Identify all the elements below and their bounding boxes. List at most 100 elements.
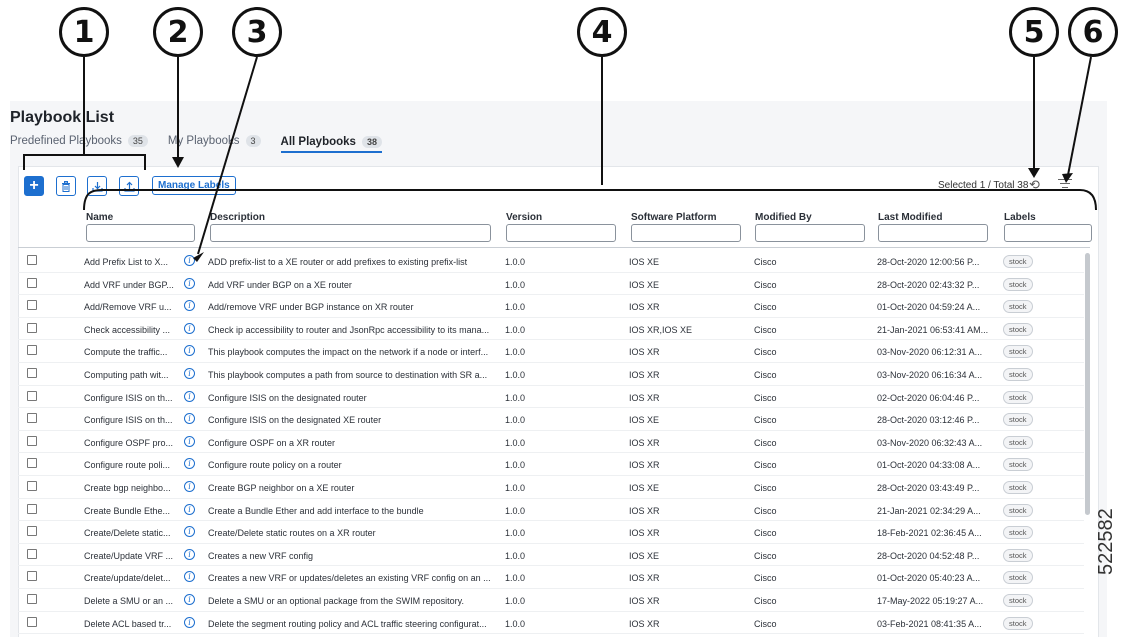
add-playbook-button[interactable]: + <box>24 176 44 196</box>
row-checkbox[interactable] <box>27 548 37 559</box>
tab-predefined-playbooks[interactable]: Predefined Playbooks 35 <box>10 132 148 150</box>
row-checkbox[interactable] <box>27 458 37 469</box>
info-icon[interactable]: i <box>184 322 195 334</box>
row-checkbox[interactable] <box>27 322 37 333</box>
label-badge: stock <box>1003 548 1033 562</box>
info-icon[interactable]: i <box>184 503 195 515</box>
import-playbook-button[interactable] <box>87 176 107 196</box>
row-checkbox[interactable] <box>27 345 37 356</box>
column-header-labels[interactable]: Labels <box>1004 212 1036 223</box>
row-checkbox[interactable] <box>27 367 37 378</box>
label-badge: stock <box>1003 616 1033 630</box>
table-row[interactable]: Check accessibility ... i Check ip accessi… <box>18 318 1084 341</box>
row-checkbox[interactable] <box>27 277 37 288</box>
row-checkbox[interactable] <box>27 390 37 401</box>
label-badge: stock <box>1003 526 1033 540</box>
table-row[interactable]: Configure ISIS on th... i Configure ISIS o… <box>18 408 1084 431</box>
info-icon[interactable]: i <box>184 480 195 492</box>
row-checkbox[interactable] <box>27 503 37 514</box>
column-header-software-platform[interactable]: Software Platform <box>631 212 717 223</box>
table-row[interactable]: Configure OSPF pro... i Configure OSPF on … <box>18 431 1084 454</box>
row-name: Delete ACL based tr... <box>84 618 172 629</box>
row-checkbox[interactable] <box>27 300 37 311</box>
delete-playbook-button[interactable] <box>56 176 76 196</box>
row-checkbox[interactable] <box>27 593 37 604</box>
column-header-last-modified[interactable]: Last Modified <box>878 212 942 223</box>
labels-filter-input[interactable] <box>1004 224 1092 242</box>
info-icon[interactable]: i <box>184 367 195 379</box>
row-last-modified: 18-Feb-2021 02:36:45 A... <box>877 528 982 539</box>
row-software-platform: IOS XR <box>629 460 660 471</box>
table-scrollbar[interactable] <box>1085 253 1090 515</box>
label-badge: stock <box>1003 322 1033 336</box>
filter-button[interactable] <box>1058 176 1072 191</box>
row-software-platform: IOS XR,IOS XE <box>629 324 693 335</box>
row-modified-by: Cisco <box>754 302 777 313</box>
table-row[interactable]: Delete a SMU or an ... i Delete a SMU or a… <box>18 589 1084 612</box>
info-icon[interactable]: i <box>184 345 195 357</box>
row-software-platform: IOS XR <box>629 595 660 606</box>
info-icon[interactable]: i <box>184 435 195 447</box>
table-row[interactable]: Configure ISIS on th... i Configure ISIS o… <box>18 386 1084 409</box>
row-checkbox[interactable] <box>27 571 37 582</box>
info-icon[interactable]: i <box>184 277 195 289</box>
row-last-modified: 03-Feb-2021 08:41:35 A... <box>877 618 982 629</box>
software-platform-filter-input[interactable] <box>631 224 741 242</box>
table-row[interactable]: Computing path wit... i This playbook comp… <box>18 363 1084 386</box>
table-row[interactable]: Compute the traffic... i This playbook com… <box>18 340 1084 363</box>
trash-icon <box>62 180 70 192</box>
row-description: Delete the segment routing policy and AC… <box>208 618 487 629</box>
info-icon[interactable]: i <box>184 571 195 583</box>
row-checkbox[interactable] <box>27 413 37 424</box>
row-last-modified: 03-Nov-2020 06:12:31 A... <box>877 347 983 358</box>
row-checkbox[interactable] <box>27 526 37 537</box>
table-row[interactable]: Create bgp neighbo... i Create BGP neighbo… <box>18 476 1084 499</box>
row-checkbox[interactable] <box>27 435 37 446</box>
table-row[interactable]: Configure route poli... i Configure route … <box>18 453 1084 476</box>
info-icon[interactable]: i <box>184 616 195 628</box>
info-icon[interactable]: i <box>184 390 195 402</box>
info-icon[interactable]: i <box>184 255 195 266</box>
row-checkbox[interactable] <box>27 616 37 627</box>
filter-icon <box>1058 179 1072 180</box>
row-last-modified: 28-Oct-2020 03:12:46 P... <box>877 415 980 426</box>
row-checkbox[interactable] <box>27 480 37 491</box>
name-filter-input[interactable] <box>86 224 195 242</box>
version-filter-input[interactable] <box>506 224 616 242</box>
description-filter-input[interactable] <box>210 224 491 242</box>
row-version: 1.0.0 <box>505 347 526 358</box>
export-playbook-button[interactable] <box>119 176 139 196</box>
table-row[interactable]: Add Prefix List to X... i ADD prefix-list … <box>18 250 1084 273</box>
column-header-description[interactable]: Description <box>210 212 265 223</box>
info-icon[interactable]: i <box>184 526 195 538</box>
table-row[interactable]: Create/Update VRF ... i Creates a new VRF … <box>18 544 1084 567</box>
table-row[interactable]: Add VRF under BGP... i Add VRF under BGP o… <box>18 273 1084 296</box>
table-row[interactable]: Add/Remove VRF u... i Add/remove VRF under… <box>18 295 1084 318</box>
manage-labels-button[interactable]: Manage Labels <box>152 176 236 195</box>
info-icon[interactable]: i <box>184 458 195 470</box>
table-row[interactable]: Delete ACL based tr... i Delete the segmen… <box>18 612 1084 635</box>
info-icon[interactable]: i <box>184 593 195 605</box>
last-modified-filter-input[interactable] <box>878 224 988 242</box>
table-row[interactable]: Create Bundle Ethe... i Create a Bundle Et… <box>18 499 1084 522</box>
row-modified-by: Cisco <box>754 505 777 516</box>
modified-by-filter-input[interactable] <box>755 224 865 242</box>
table-row[interactable]: Create/update/delet... i Creates a new VRF… <box>18 566 1084 589</box>
column-header-name[interactable]: Name <box>86 212 113 223</box>
row-name: Add VRF under BGP... <box>84 279 174 290</box>
column-header-version[interactable]: Version <box>506 212 542 223</box>
info-icon[interactable]: i <box>184 413 195 425</box>
row-last-modified: 02-Oct-2020 06:04:46 P... <box>877 392 980 403</box>
tab-my-playbooks[interactable]: My Playbooks 3 <box>168 132 261 150</box>
table-row[interactable]: Create/Delete static... i Create/Delete st… <box>18 521 1084 544</box>
column-header-modified-by[interactable]: Modified By <box>755 212 812 223</box>
figure-id: 522582 <box>1095 508 1117 575</box>
tab-all-playbooks[interactable]: All Playbooks 38 <box>280 132 382 153</box>
info-icon[interactable]: i <box>184 548 195 560</box>
label-badge: stock <box>1003 480 1033 494</box>
row-name: Computing path wit... <box>84 369 169 380</box>
row-modified-by: Cisco <box>754 347 777 358</box>
info-icon[interactable]: i <box>184 300 195 312</box>
row-checkbox[interactable] <box>27 255 37 265</box>
refresh-button[interactable]: ⟲ <box>1029 177 1040 193</box>
